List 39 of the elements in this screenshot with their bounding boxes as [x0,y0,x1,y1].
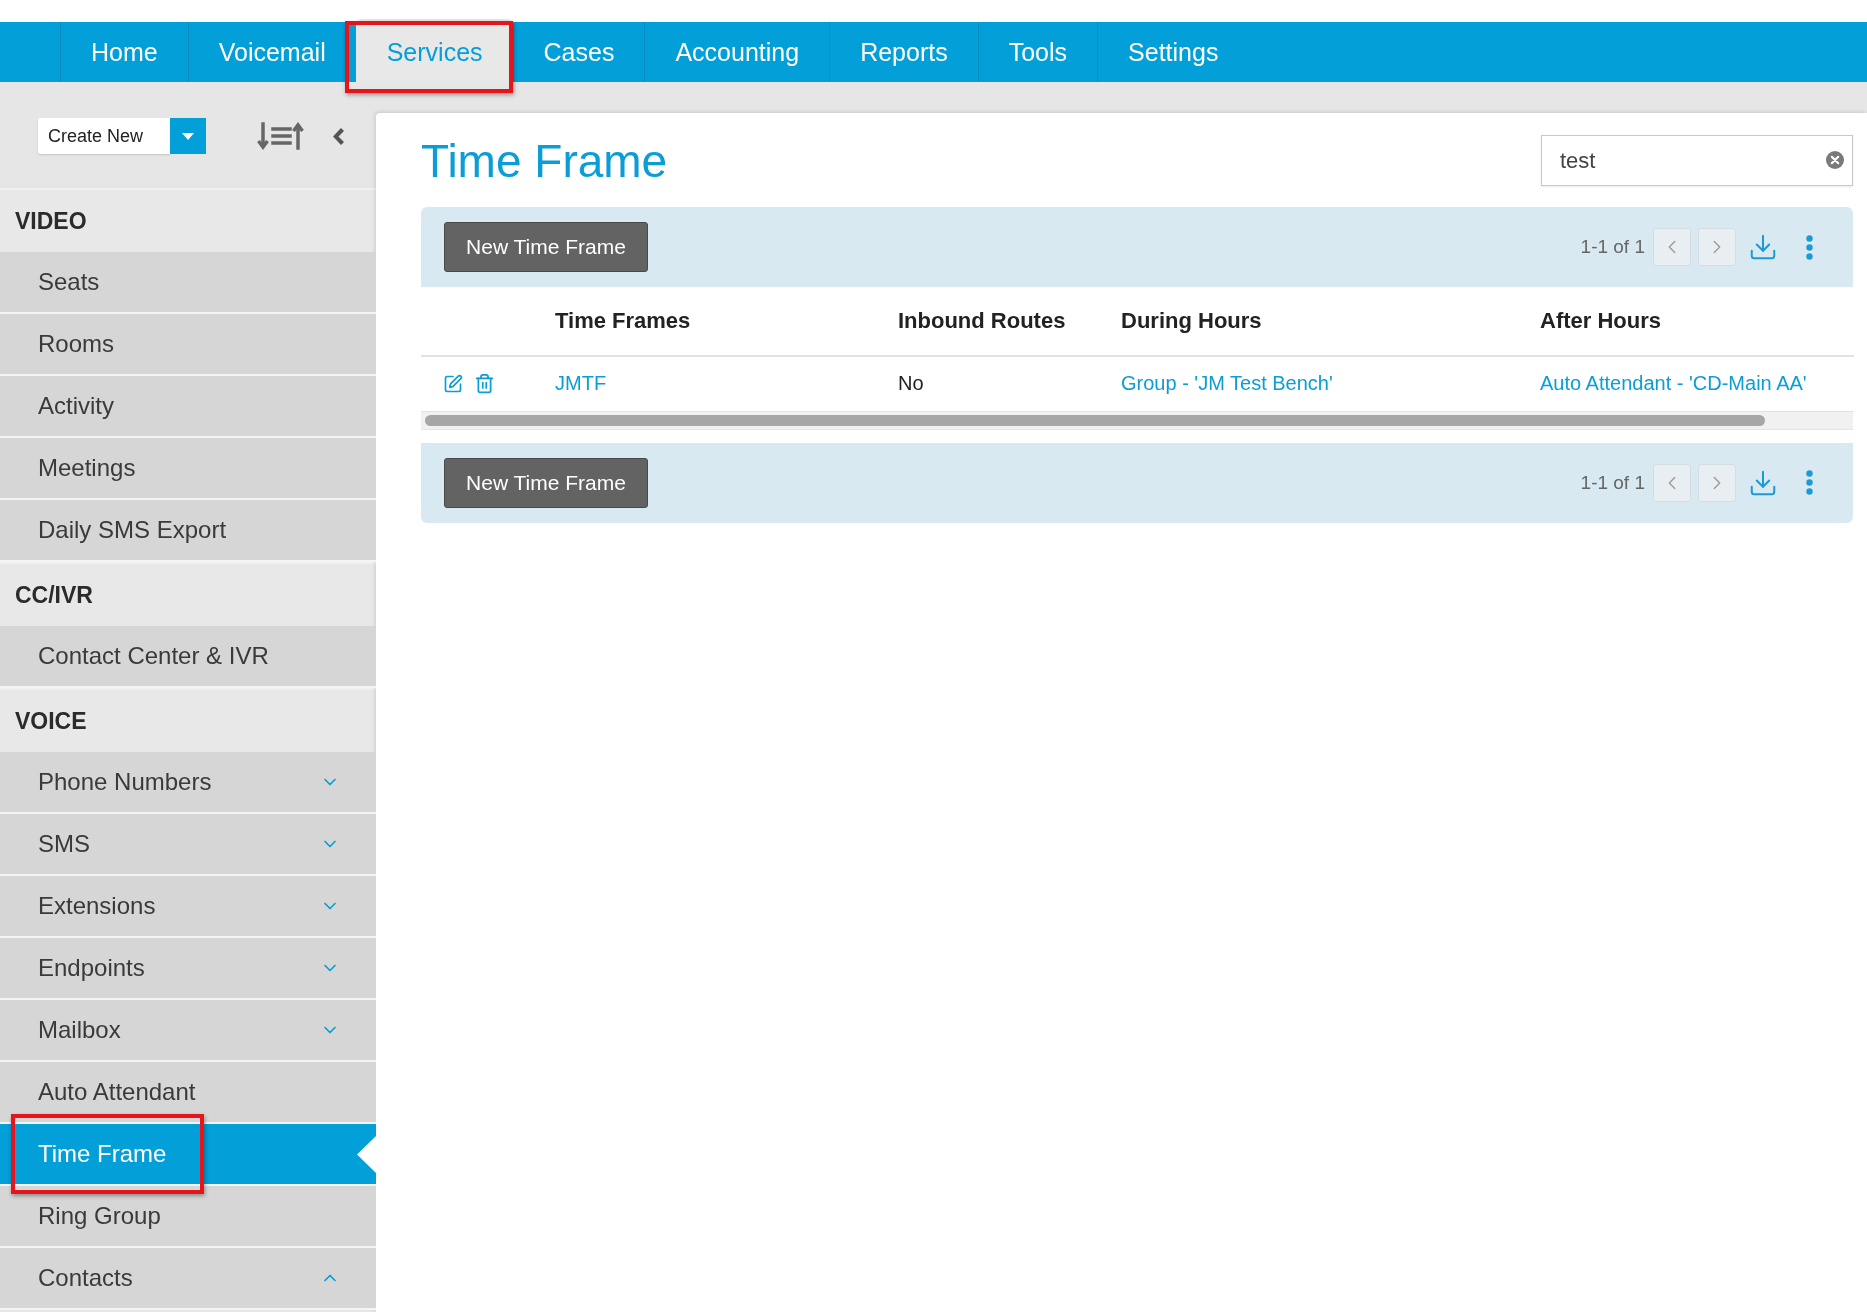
page-range: 1-1 of 1 [1580,471,1645,494]
new-time-frame-button[interactable]: New Time Frame [444,222,648,272]
clear-icon[interactable] [1826,151,1844,169]
column-header: Time Frames [541,287,884,356]
page-title: Time Frame [421,133,668,188]
sort-icon[interactable] [257,122,305,150]
caret-down-icon [182,132,194,140]
page-range: 1-1 of 1 [1580,236,1645,258]
table-cell: No [884,356,1107,411]
more-options-icon[interactable] [1806,470,1813,495]
sidebar-item[interactable]: Auto Attendant [0,1062,376,1124]
sidebar-item[interactable]: Rooms [0,314,376,376]
more-options-icon[interactable] [1806,234,1813,260]
sidebar-item[interactable]: Phone Numbers [0,752,376,814]
download-icon[interactable] [1748,232,1778,262]
create-new-button[interactable]: Create New [38,118,170,154]
dropdown-button[interactable] [170,118,206,154]
new-time-frame-button[interactable]: New Time Frame [444,457,648,508]
column-header: Inbound Routes [884,287,1107,356]
sidebar-item[interactable]: Activity [0,376,376,438]
trash-icon[interactable] [474,373,495,395]
sidebar-item[interactable]: Seats [0,252,376,314]
sidebar-item[interactable]: Ring Group [0,1186,376,1248]
sidebar-item[interactable]: Endpoints [0,938,376,1000]
sidebar-item[interactable]: Contacts [0,1248,376,1310]
section-title: VOICE [15,707,87,735]
sidebar-item[interactable]: SMS [0,814,376,876]
column-header: During Hours [1107,287,1526,356]
column-header: After Hours [1526,287,1854,356]
sidebar-item[interactable]: Meetings [0,438,376,500]
edit-icon[interactable] [443,373,463,394]
sidebar-item[interactable]: Contact Center & IVR [0,626,376,688]
sidebar-item[interactable]: Daily SMS Export [0,500,376,562]
search-field[interactable]: test [1541,135,1853,186]
section-title: VIDEO [15,207,87,235]
sidebar-item[interactable]: Mailbox [0,1000,376,1062]
section-title: CC/IVR [15,581,93,609]
chevron-left-icon[interactable] [333,128,344,145]
sidebar-item[interactable]: Extensions [0,876,376,938]
